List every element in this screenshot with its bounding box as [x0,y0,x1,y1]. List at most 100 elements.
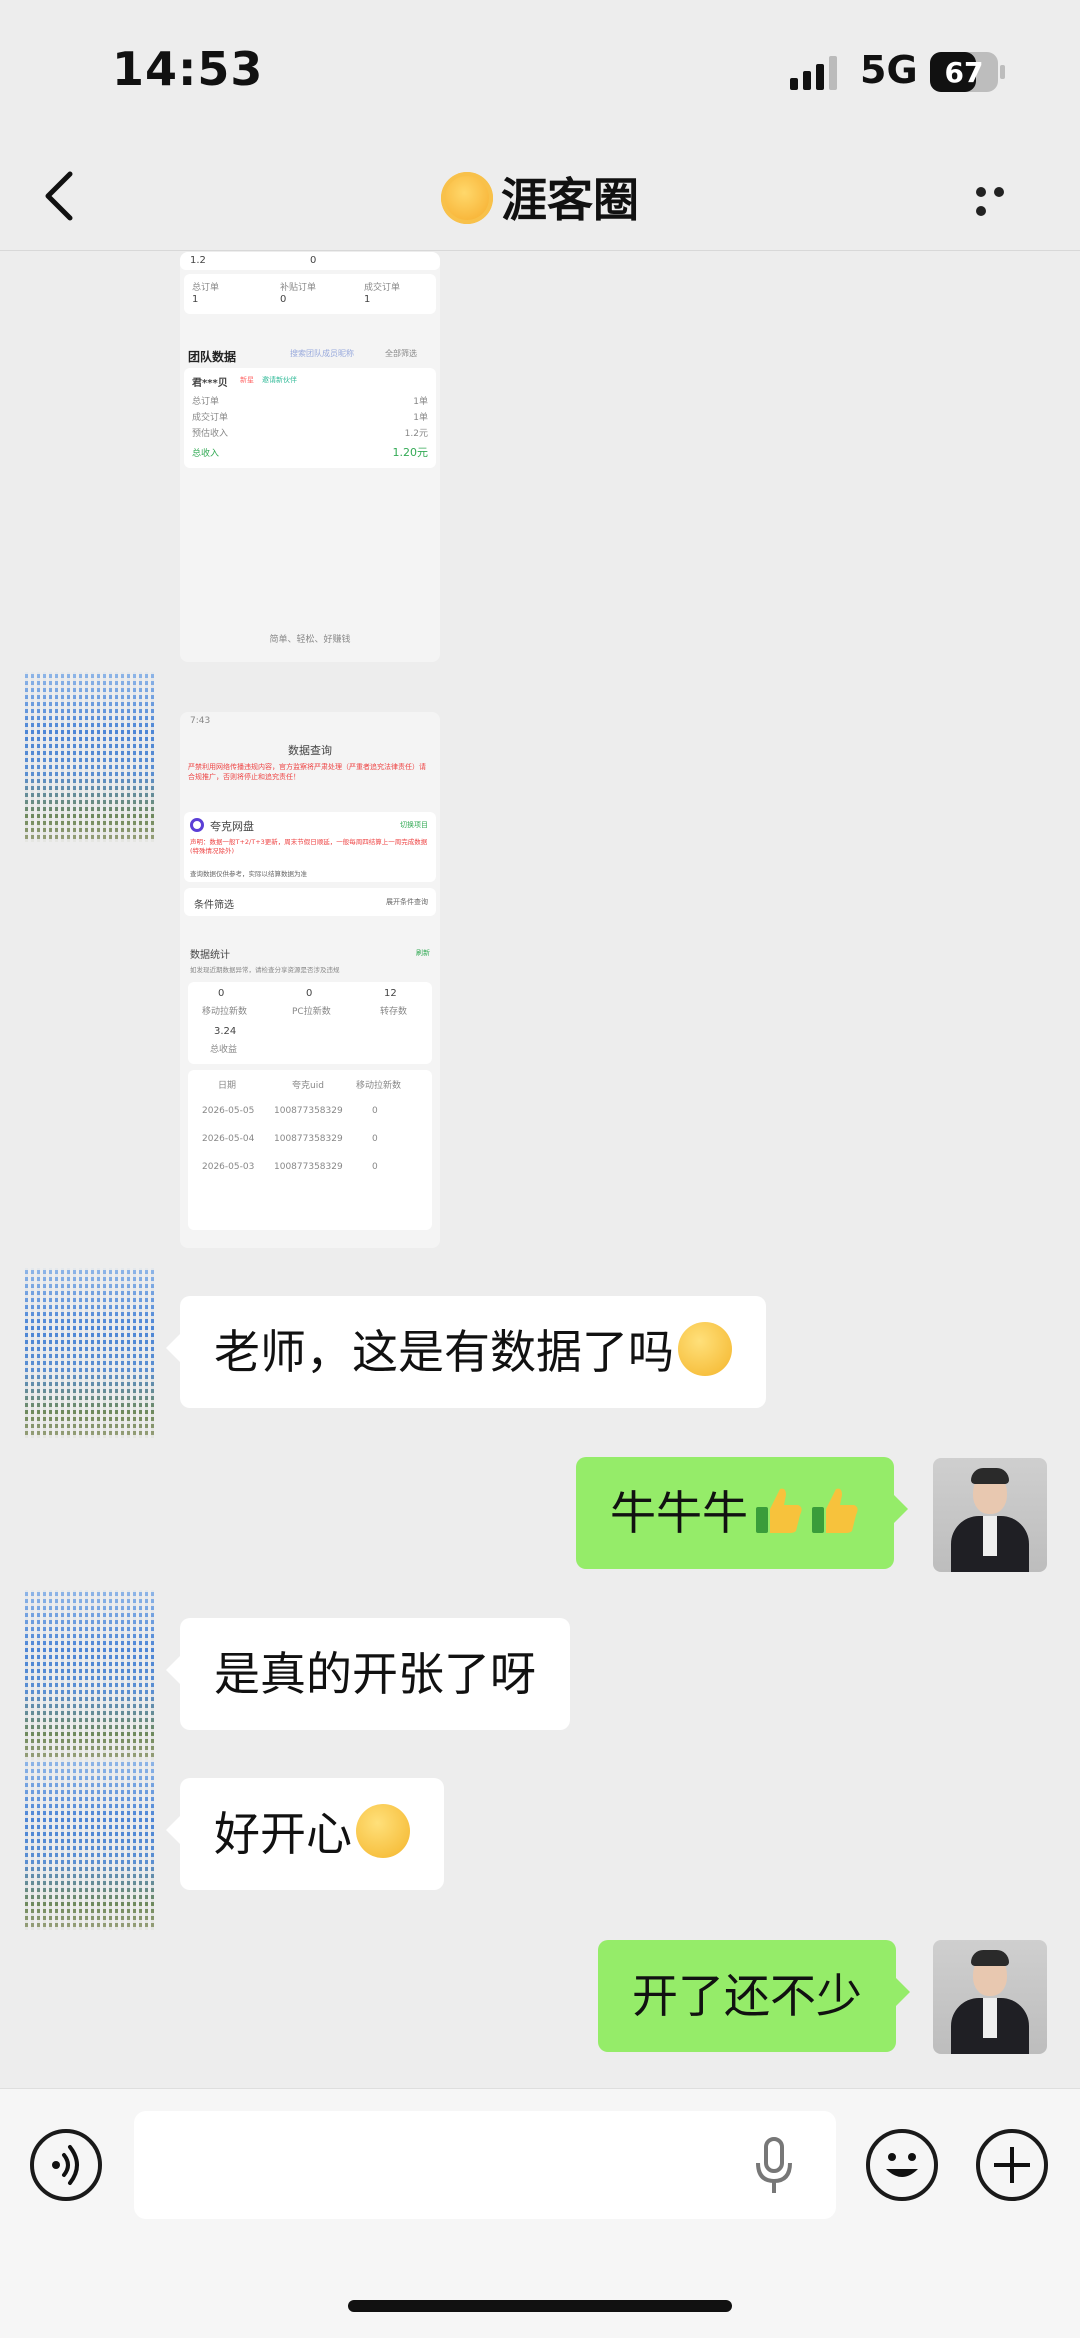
image-app-card: 夸克网盘 切换项目 声明：数据一般T+2/T+3更新，周末节假日顺延，一般每周四… [184,812,436,882]
member-row-label: 总订单 [192,397,220,407]
avatar-hair [971,1468,1009,1484]
plus-icon [994,2147,1030,2183]
stat-value: 1 [364,294,371,305]
contact-avatar[interactable] [22,1760,154,1930]
image-app-name: 夸克网盘 [210,820,254,833]
avatar-shirt [983,1998,997,2038]
battery-level: 67 [945,56,984,89]
chat-title: 涯客圈 [0,164,1080,230]
table-cell: 2026-05-04 [202,1134,255,1144]
message-text: 老师，这是有数据了吗 [214,1325,674,1379]
shared-image-team-data[interactable]: 1.2 0 总订单 1 补贴订单 0 成交订单 1 团队数据 搜索团队成员昵称 … [180,252,440,662]
image-warning: 严禁利用网络传播违规内容，官方监察将严肃处理（严重者追究法律责任）请合规推广，否… [188,763,426,781]
metric-value: 0 [218,988,225,999]
message-text-input[interactable] [134,2111,836,2219]
image-filter-value: 展开条件查询 [386,898,428,906]
image-stats-title: 数据统计 [190,950,230,961]
member-tag: 邀请新伙伴 [262,376,297,384]
metric-label: 转存数 [380,1007,408,1017]
image-stats-card: 总订单 1 补贴订单 0 成交订单 1 [184,274,436,314]
chat-header: 涯客圈 [0,150,1080,251]
table-header: 移动拉新数 [356,1081,402,1091]
contact-avatar[interactable] [22,1590,154,1760]
metric-label: 总收益 [210,1045,238,1055]
metric-value: 3.24 [214,1026,237,1037]
team-data-title: 团队数据 [188,350,237,364]
team-filter: 全部筛选 [385,349,417,358]
my-avatar[interactable] [933,1458,1047,1572]
member-row-value: 1单 [413,413,428,423]
image-metrics-card: 0 移动拉新数 0 PC拉新数 12 转存数 3.24 总收益 [188,982,432,1064]
member-row-value: 1.20元 [392,446,429,459]
avatar-hair [971,1950,1009,1966]
contact-avatar[interactable] [22,1268,154,1438]
message-bubble-incoming[interactable]: 好开心 [166,1778,444,1890]
stat-label: 成交订单 [364,283,401,293]
sun-emoji-icon [441,172,493,224]
image-value: 1.2 [190,255,206,266]
voice-wave-icon [52,2145,79,2185]
message-text: 牛牛牛 [610,1486,748,1540]
metric-label: PC拉新数 [292,1007,331,1017]
image-footer: 简单、轻松、好赚钱 [269,635,351,645]
member-row-value: 1单 [413,397,428,407]
voice-mode-button[interactable] [30,2129,102,2201]
table-cell: 2026-05-03 [202,1162,255,1172]
message-bubble-incoming[interactable]: 老师，这是有数据了吗 [166,1296,766,1408]
my-avatar[interactable] [933,1940,1047,2054]
table-header: 夸克uid [292,1081,324,1091]
image-status-time: 7:43 [190,716,211,726]
metric-value: 0 [306,988,313,999]
member-row-label: 成交订单 [192,413,229,423]
contact-avatar[interactable] [22,672,154,842]
member-card: 君***贝 新星 邀请新伙伴 总订单 1单 成交订单 1单 预估收入 1.2元 … [184,368,436,468]
image-top-row: 1.2 0 [180,252,440,270]
battery-icon: 67 [930,52,1005,92]
avatar-shirt [983,1516,997,1556]
status-bar: 14:53 5G 67 [0,0,1080,150]
member-row-label: 预估收入 [192,429,229,439]
member-tag: 新星 [240,376,254,384]
home-indicator[interactable] [348,2300,732,2312]
thumbs-up-icon [812,1488,858,1533]
status-time: 14:53 [112,42,264,96]
heart-eyes-face-icon [356,1804,410,1858]
team-search: 搜索团队成员昵称 [290,349,354,358]
image-stats-hint: 如发现近期数据异常，请检查分享资源是否涉及违规 [190,966,340,974]
chat-title-text: 涯客圈 [501,173,639,227]
image-page-title: 数据查询 [288,744,332,757]
table-cell: 0 [372,1134,378,1144]
network-type: 5G [860,48,918,92]
message-text: 开了还不少 [632,1969,862,2023]
member-name: 君***贝 [192,378,228,389]
metric-value: 12 [384,988,397,999]
table-cell: 100877358329 [274,1134,343,1144]
microphone-icon[interactable] [754,2137,794,2197]
member-row-label: 总收入 [192,449,220,459]
emoji-button[interactable] [866,2129,938,2201]
table-cell: 0 [372,1162,378,1172]
quark-logo-icon [190,818,204,832]
stat-label: 总订单 [192,283,220,293]
thinking-face-icon [678,1322,732,1376]
image-switch: 切换项目 [400,821,428,829]
message-bubble-outgoing[interactable]: 牛牛牛 [576,1457,908,1569]
more-functions-button[interactable] [976,2129,1048,2201]
table-cell: 2026-05-05 [202,1106,255,1116]
member-row-value: 1.2元 [404,429,428,439]
stat-value: 0 [280,294,287,305]
message-text: 是真的开张了呀 [214,1647,536,1701]
message-bubble-outgoing[interactable]: 开了还不少 [598,1940,910,2052]
more-options-icon[interactable] [976,182,1028,216]
table-cell: 0 [372,1106,378,1116]
shared-image-data-query[interactable]: 7:43 数据查询 严禁利用网络传播违规内容，官方监察将严肃处理（严重者追究法律… [180,712,440,1248]
image-filter-label: 条件筛选 [194,900,234,911]
thumbs-up-icon [756,1488,802,1533]
image-notice: 声明：数据一般T+2/T+3更新，周末节假日顺延，一般每周四结算上一周完成数据(… [190,838,428,855]
image-value: 0 [310,255,317,266]
message-bubble-incoming[interactable]: 是真的开张了呀 [166,1618,570,1730]
smiley-icon [886,2153,918,2177]
table-cell: 100877358329 [274,1106,343,1116]
image-data-table: 日期 夸克uid 移动拉新数 2026-05-05 100877358329 0… [188,1070,432,1230]
metric-label: 移动拉新数 [202,1007,248,1017]
